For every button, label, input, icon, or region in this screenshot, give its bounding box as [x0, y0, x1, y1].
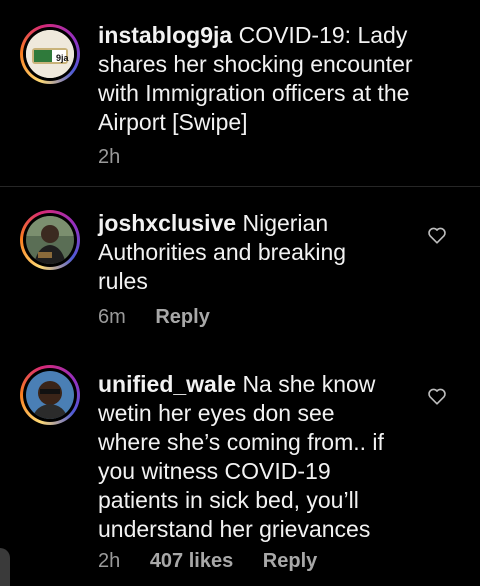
heart-outline-icon[interactable] [427, 387, 447, 405]
avatar-instablog9ja[interactable]: 9ja [20, 24, 80, 84]
likes-count[interactable]: 407 likes [150, 550, 233, 572]
comment-time: 6m [98, 306, 126, 328]
avatar-logo-text: 9ja [56, 53, 70, 63]
screen-edge [0, 548, 10, 586]
avatar-image [26, 216, 74, 264]
comment-meta: 2h 407 likes Reply [98, 550, 341, 573]
caption-meta: 2h [98, 146, 144, 169]
caption-time: 2h [98, 146, 121, 168]
reply-button[interactable]: Reply [155, 306, 209, 328]
avatar-image [26, 371, 74, 419]
heart-outline-icon[interactable] [427, 226, 447, 244]
user-photo-icon [26, 216, 74, 264]
comment-time: 2h [98, 550, 121, 572]
user-photo-icon [26, 371, 74, 419]
caption-username[interactable]: instablog9ja [98, 22, 232, 48]
reply-button[interactable]: Reply [263, 550, 317, 572]
caption-text: instablog9ja COVID-19: Lady shares her s… [98, 21, 458, 137]
comment-meta: 6m Reply [98, 306, 234, 329]
comment-username[interactable]: unified_wale [98, 371, 236, 397]
avatar-unified_wale[interactable] [20, 365, 80, 425]
avatar-ring-inner [23, 368, 77, 422]
comment-text: joshxclusive Nigerian Authorities and br… [98, 209, 398, 296]
avatar-ring-inner [23, 213, 77, 267]
avatar-image: 9ja [26, 30, 74, 78]
avatar-ring-inner: 9ja [23, 27, 77, 81]
comment-username[interactable]: joshxclusive [98, 210, 236, 236]
avatar-joshxclusive[interactable] [20, 210, 80, 270]
divider [0, 186, 480, 187]
comment-text: unified_wale Na she know wetin her eyes … [98, 370, 398, 544]
instablog-logo-icon: 9ja [26, 30, 74, 78]
